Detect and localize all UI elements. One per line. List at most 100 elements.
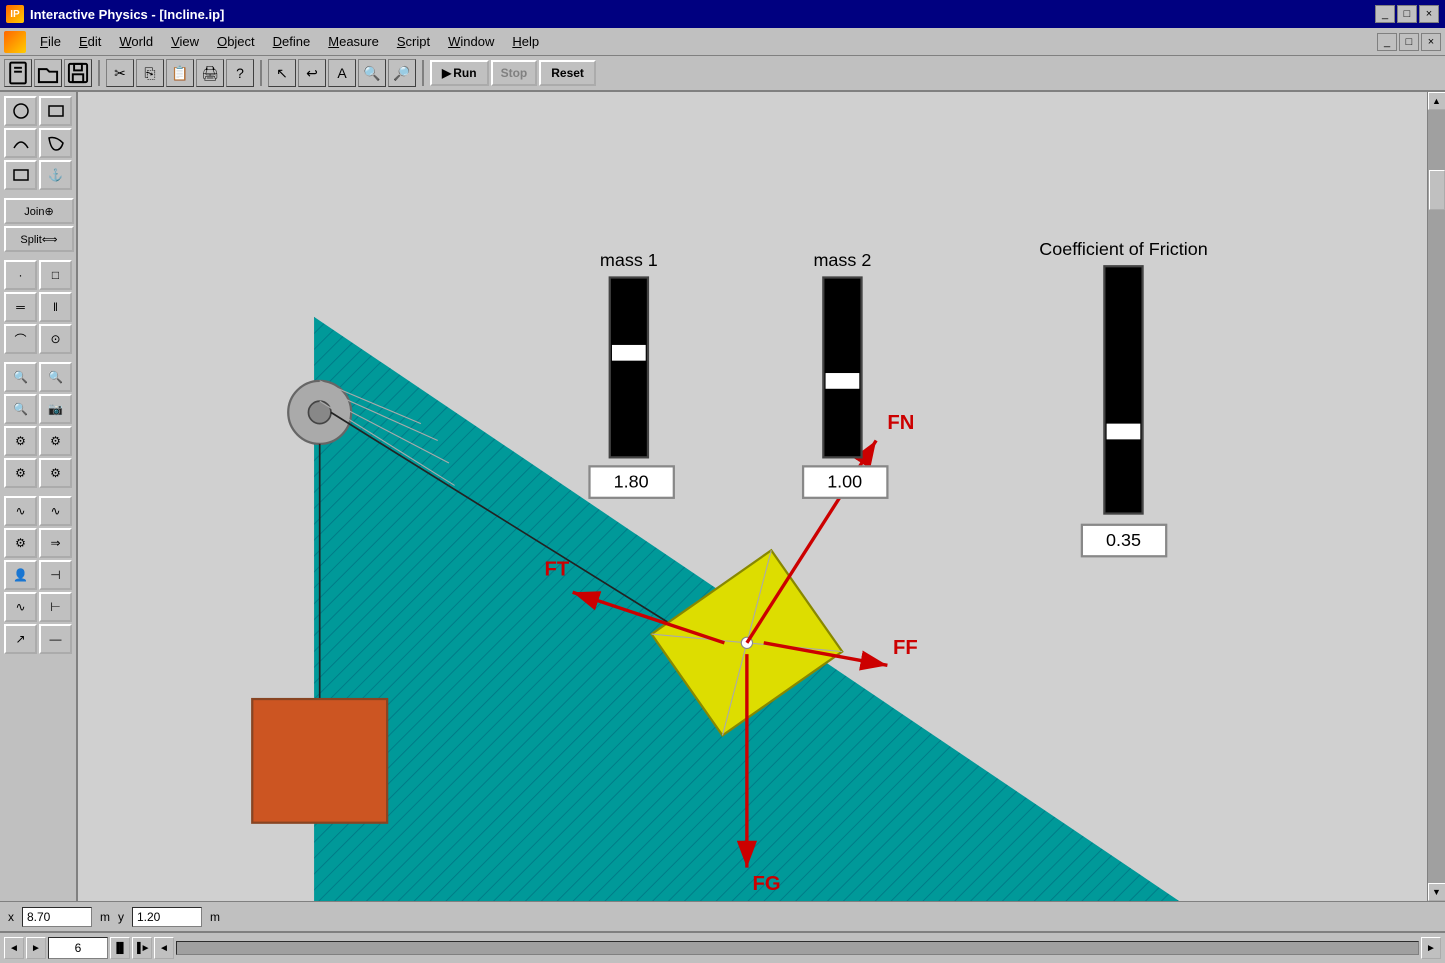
stop-button[interactable]: Stop (491, 60, 538, 86)
app-icon: IP (6, 5, 24, 23)
x-value[interactable] (22, 907, 92, 927)
menu-script[interactable]: Script (389, 32, 438, 51)
scroll-track[interactable] (1428, 110, 1445, 883)
physics-scene: FN FT FF FG mass 1 1.80 mass 2 1.00 Coef… (78, 92, 1427, 901)
split-label: Split⟺ (20, 233, 57, 246)
horizontal-scrollbar[interactable] (176, 941, 1419, 955)
mass2-label: mass 2 (813, 250, 871, 270)
menu-measure[interactable]: Measure (320, 32, 387, 51)
close-button[interactable]: × (1419, 5, 1439, 23)
square-point-tool[interactable]: □ (39, 260, 72, 290)
scroll-down-button[interactable]: ▼ (1428, 883, 1445, 901)
zoom-in-button[interactable]: 🔍 (358, 59, 386, 87)
ff-label: FF (893, 637, 918, 659)
mass1-value: 1.80 (614, 472, 649, 492)
graph5-tool[interactable]: 👤 (4, 560, 37, 590)
sensor8-tool[interactable]: ⚙ (39, 458, 72, 488)
mass2-handle[interactable] (826, 373, 860, 389)
hanging-mass (252, 699, 387, 823)
frame-value: 6 (75, 941, 82, 955)
split-button[interactable]: Split⟺ (4, 226, 74, 252)
gear-tool[interactable]: ⊙ (39, 324, 72, 354)
open-button[interactable] (34, 59, 62, 87)
curve-tool[interactable] (4, 128, 37, 158)
doc-close-button[interactable]: × (1421, 33, 1441, 51)
doc-minimize-button[interactable]: _ (1377, 33, 1397, 51)
minimize-button[interactable]: _ (1375, 5, 1395, 23)
reset-button[interactable]: Reset (539, 60, 596, 86)
menu-define[interactable]: Define (265, 32, 319, 51)
play-button[interactable]: ► (26, 937, 46, 959)
text-tool[interactable]: A (328, 59, 356, 87)
graph2-tool[interactable]: ∿ (39, 496, 72, 526)
new-button[interactable] (4, 59, 32, 87)
sensor2-tool[interactable]: 🔍 (39, 362, 72, 392)
stop-frame-button[interactable]: ▐▌ (110, 937, 130, 959)
menu-window[interactable]: Window (440, 32, 502, 51)
graph7-tool[interactable]: ∿ (4, 592, 37, 622)
sensor1-tool[interactable]: 🔍 (4, 362, 37, 392)
graph9-tool[interactable]: ↗ (4, 624, 37, 654)
step-forward-button[interactable]: ▐► (132, 937, 152, 959)
cut-button[interactable]: ✂ (106, 59, 134, 87)
toolbar-sep-3 (422, 60, 424, 86)
undo-button[interactable]: ↩ (298, 59, 326, 87)
menu-object[interactable]: Object (209, 32, 263, 51)
mass1-handle[interactable] (612, 345, 646, 361)
sensor3-tool[interactable]: 🔍 (4, 394, 37, 424)
save-button[interactable] (64, 59, 92, 87)
fg-label: FG (753, 873, 781, 895)
run-button[interactable]: ▶ Run (430, 60, 489, 86)
graph8-tool[interactable]: ⊢ (39, 592, 72, 622)
stop-label: Stop (501, 66, 528, 80)
sensor5-tool[interactable]: ⚙ (4, 426, 37, 456)
cof-handle[interactable] (1107, 424, 1141, 440)
paste-button[interactable]: 📋 (166, 59, 194, 87)
box-tool[interactable] (4, 160, 37, 190)
fn-label: FN (887, 412, 914, 434)
graph10-tool[interactable]: — (39, 624, 72, 654)
y-value[interactable] (132, 907, 202, 927)
scroll-thumb[interactable] (1429, 170, 1445, 210)
rectangle-tool[interactable] (39, 96, 72, 126)
polygon-tool[interactable] (39, 128, 72, 158)
line-tool[interactable]: ═ (4, 292, 37, 322)
sensor4-tool[interactable]: 📷 (39, 394, 72, 424)
graph1-tool[interactable]: ∿ (4, 496, 37, 526)
rewind-button[interactable]: ◄ (154, 937, 174, 959)
point-tool[interactable]: · (4, 260, 37, 290)
run-label: Run (453, 66, 476, 80)
doc-maximize-button[interactable]: □ (1399, 33, 1419, 51)
select-tool[interactable]: ↖ (268, 59, 296, 87)
menu-view[interactable]: View (163, 32, 207, 51)
sensor7-tool[interactable]: ⚙ (4, 458, 37, 488)
scroll-left-button[interactable]: ◄ (4, 937, 24, 959)
bottom-bar: ◄ ► 6 ▐▌ ▐► ◄ ► (0, 931, 1445, 963)
double-line-tool[interactable]: ‖ (39, 292, 72, 322)
copy-button[interactable]: ⎘ (136, 59, 164, 87)
menu-file[interactable]: File (32, 32, 69, 51)
mass1-track (610, 277, 648, 457)
anchor-tool[interactable]: ⚓ (39, 160, 72, 190)
run-triangle: ▶ (442, 66, 451, 80)
menu-help[interactable]: Help (504, 32, 547, 51)
circle-tool[interactable] (4, 96, 37, 126)
zoom-out-button[interactable]: 🔎 (388, 59, 416, 87)
main-layout: ⚓ Join⊕ Split⟺ · □ ═ ‖ ⌒ ⊙ 🔍 🔍 (0, 92, 1445, 901)
join-button[interactable]: Join⊕ (4, 198, 74, 224)
graph3-tool[interactable]: ⚙ (4, 528, 37, 558)
scroll-right-button[interactable]: ► (1421, 937, 1441, 959)
sensor6-tool[interactable]: ⚙ (39, 426, 72, 456)
menu-edit[interactable]: Edit (71, 32, 109, 51)
arc-tool[interactable]: ⌒ (4, 324, 37, 354)
cof-label: Coefficient of Friction (1039, 239, 1207, 259)
canvas-area[interactable]: FN FT FF FG mass 1 1.80 mass 2 1.00 Coef… (78, 92, 1427, 901)
graph6-tool[interactable]: ⊣ (39, 560, 72, 590)
maximize-button[interactable]: □ (1397, 5, 1417, 23)
help-button[interactable]: ? (226, 59, 254, 87)
print-button[interactable]: 🖨 (196, 59, 224, 87)
cof-value: 0.35 (1106, 530, 1141, 550)
menu-world[interactable]: World (111, 32, 161, 51)
graph4-tool[interactable]: ⇒ (39, 528, 72, 558)
scroll-up-button[interactable]: ▲ (1428, 92, 1445, 110)
